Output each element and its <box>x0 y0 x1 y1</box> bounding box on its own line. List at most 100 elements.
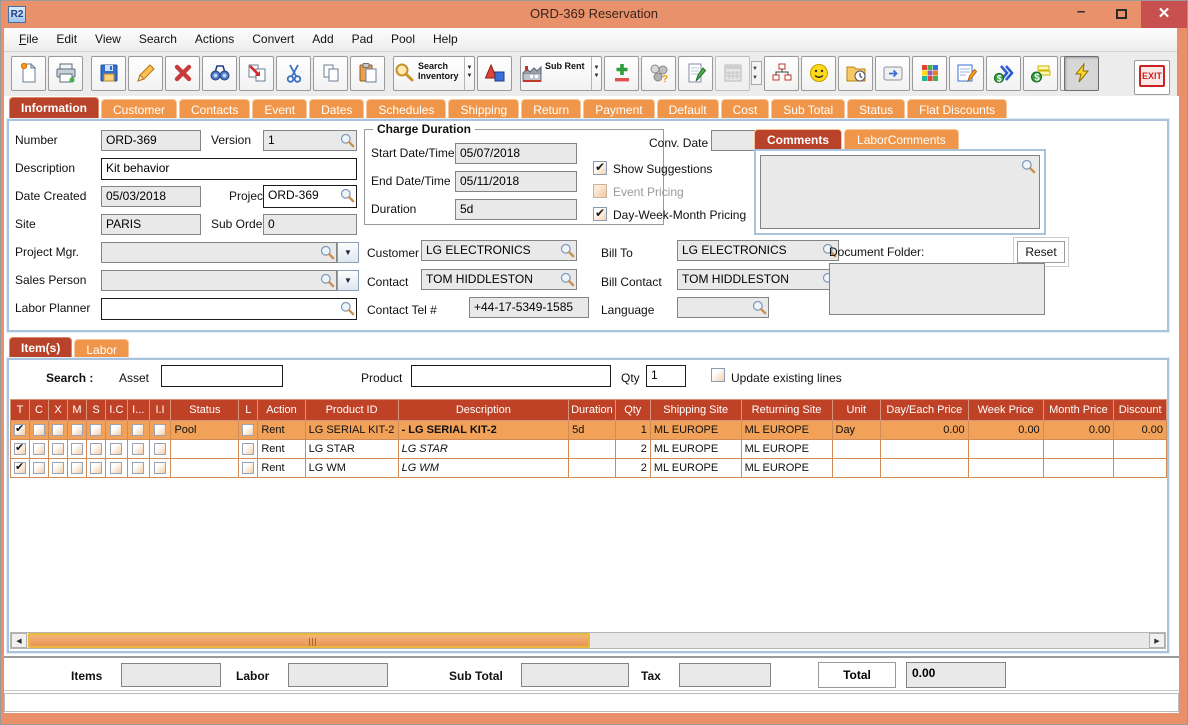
asset-input[interactable] <box>161 365 283 387</box>
column-header-x[interactable]: X <box>48 399 68 421</box>
add-plus-button[interactable] <box>604 56 639 91</box>
scrollbar-thumb[interactable] <box>28 633 590 648</box>
tab-payment[interactable]: Payment <box>583 99 655 119</box>
search-icon[interactable] <box>320 273 335 288</box>
column-header-s[interactable]: S <box>86 399 106 421</box>
language-field[interactable] <box>677 297 769 318</box>
date-created-field[interactable]: 05/03/2018 <box>101 186 201 207</box>
row-flag-checkbox[interactable] <box>14 441 26 456</box>
tab-laborcomments[interactable]: LaborComments <box>844 129 959 149</box>
menu-pool[interactable]: Pool <box>382 28 424 52</box>
dollar-forward-button[interactable]: $ <box>986 56 1021 91</box>
folder-clock-button[interactable] <box>838 56 873 91</box>
save-button[interactable] <box>91 56 126 91</box>
row-flag-checkbox[interactable] <box>110 424 123 437</box>
tab-comments[interactable]: Comments <box>754 129 843 149</box>
column-header-duration[interactable]: Duration <box>568 399 616 421</box>
column-header-day-each-price[interactable]: Day/Each Price <box>880 399 969 421</box>
row-flag-checkbox[interactable] <box>52 443 64 456</box>
column-header-month-price[interactable]: Month Price <box>1042 399 1115 421</box>
product-input[interactable] <box>411 365 611 387</box>
row-flag-checkbox[interactable] <box>33 424 45 437</box>
contact-field[interactable]: TOM HIDDLESTON <box>421 269 577 290</box>
project-mgr-dropdown[interactable]: ▼ <box>337 242 359 263</box>
smiley-face-button[interactable] <box>801 56 836 91</box>
comments-textarea[interactable] <box>760 155 1040 229</box>
column-header-returning-site[interactable]: Returning Site <box>740 399 833 421</box>
column-header-status[interactable]: Status <box>170 399 240 421</box>
availability-spheres-button[interactable]: ? <box>641 56 676 91</box>
tab-labor[interactable]: Labor <box>74 339 130 359</box>
tab-return[interactable]: Return <box>521 99 582 119</box>
search-icon[interactable] <box>560 272 575 287</box>
row-l-checkbox[interactable] <box>242 424 255 437</box>
paste-clipboard-button[interactable] <box>350 56 385 91</box>
menu-convert[interactable]: Convert <box>243 28 303 52</box>
column-header-m[interactable]: M <box>67 399 87 421</box>
column-header-i-c[interactable]: I.C <box>105 399 128 421</box>
cut-scissors-button[interactable] <box>276 56 311 91</box>
search-icon[interactable] <box>320 245 335 260</box>
menu-pad[interactable]: Pad <box>343 28 382 52</box>
menu-search[interactable]: Search <box>130 28 186 52</box>
menu-add[interactable]: Add <box>303 28 342 52</box>
tab-customer[interactable]: Customer <box>101 99 178 119</box>
site-field[interactable]: PARIS <box>101 214 201 235</box>
column-header-t[interactable]: T <box>10 399 30 421</box>
column-header-unit[interactable]: Unit <box>831 399 882 421</box>
search-icon[interactable] <box>340 133 355 148</box>
row-flag-checkbox[interactable] <box>33 443 45 456</box>
scroll-right-icon[interactable]: ▶ <box>1149 633 1165 648</box>
search-icon[interactable] <box>340 188 355 203</box>
row-flag-checkbox[interactable] <box>71 443 83 456</box>
sub-orders-field[interactable]: 0 <box>263 214 357 235</box>
customer-field[interactable]: LG ELECTRONICS <box>421 240 577 261</box>
tab-contacts[interactable]: Contacts <box>179 99 251 119</box>
search-icon[interactable] <box>560 243 575 258</box>
table-row[interactable]: Pool RentLG SERIAL KIT-2- LG SERIAL KIT-2… <box>10 420 1167 440</box>
row-flag-checkbox[interactable] <box>33 462 45 475</box>
lightning-button[interactable] <box>1064 56 1099 91</box>
column-header-discount[interactable]: Discount <box>1113 399 1167 421</box>
search-icon[interactable] <box>752 300 767 315</box>
note-edit-button[interactable] <box>949 56 984 91</box>
menu-edit[interactable]: Edit <box>47 28 86 52</box>
row-flag-checkbox[interactable] <box>132 443 145 456</box>
row-flag-checkbox[interactable] <box>110 462 123 475</box>
table-row[interactable]: RentLG STARLG STAR2ML EUROPEML EUROPE <box>10 439 1167 459</box>
copy-lines-button[interactable] <box>239 56 274 91</box>
column-header-qty[interactable]: Qty <box>614 399 651 421</box>
show-suggestions-checkbox[interactable] <box>593 160 607 175</box>
column-header-shipping-site[interactable]: Shipping Site <box>649 399 742 421</box>
column-header-product-id[interactable]: Product ID <box>304 399 399 421</box>
row-flag-checkbox[interactable] <box>90 462 102 475</box>
description-field[interactable]: Kit behavior <box>101 158 357 180</box>
menu-file[interactable]: File <box>10 28 47 52</box>
tab-information[interactable]: Information <box>9 97 99 119</box>
delete-cross-button[interactable] <box>165 56 200 91</box>
find-binoculars-button[interactable] <box>202 56 237 91</box>
row-flag-checkbox[interactable] <box>90 424 102 437</box>
tab-sub-total[interactable]: Sub Total <box>771 99 846 119</box>
row-flag-checkbox[interactable] <box>71 424 83 437</box>
tab-dates[interactable]: Dates <box>309 99 365 119</box>
shapes-3d-button[interactable] <box>477 56 512 91</box>
menu-help[interactable]: Help <box>424 28 467 52</box>
copy-pages-button[interactable] <box>313 56 348 91</box>
number-field[interactable]: ORD-369 <box>101 130 201 151</box>
row-flag-checkbox[interactable] <box>110 443 123 456</box>
column-header-i-i[interactable]: I.I <box>148 399 172 421</box>
dollar-notes-button[interactable]: $ <box>1023 56 1058 91</box>
maximize-button[interactable] <box>1101 1 1141 28</box>
row-l-checkbox[interactable] <box>242 443 255 456</box>
title-bar[interactable]: R2 ORD-369 Reservation – ✕ <box>1 1 1187 28</box>
menu-actions[interactable]: Actions <box>186 28 243 52</box>
search-inventory-button[interactable]: Search Inventory▼ ▼ <box>393 56 475 91</box>
document-folder-box[interactable] <box>829 263 1045 315</box>
day-week-month-pricing-checkbox[interactable] <box>593 206 607 221</box>
close-button[interactable]: ✕ <box>1141 1 1187 28</box>
labor-planner-field[interactable] <box>101 298 357 320</box>
bill-contact-field[interactable]: TOM HIDDLESTON <box>677 269 839 290</box>
column-header-l[interactable]: L <box>238 399 259 421</box>
qty-input[interactable]: 1 <box>646 365 686 387</box>
